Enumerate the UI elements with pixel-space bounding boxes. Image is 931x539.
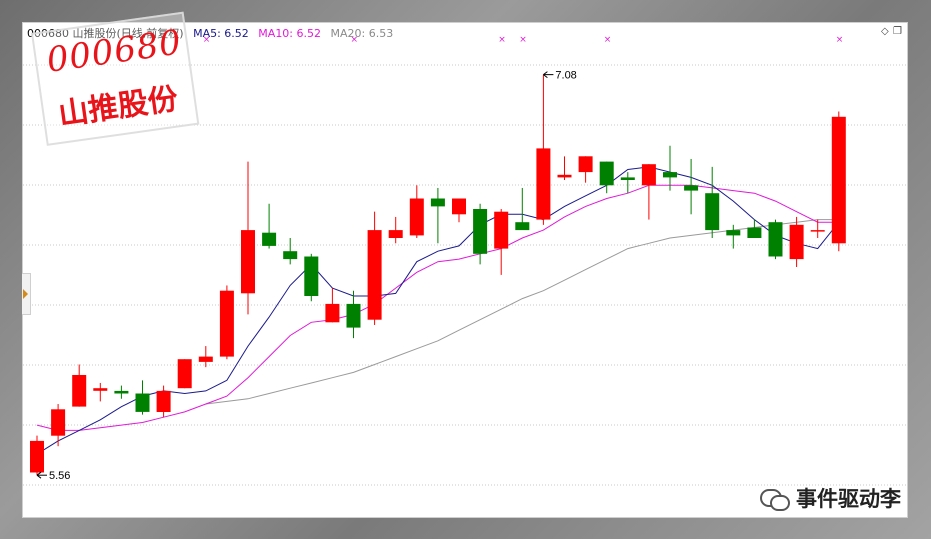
candle-body	[768, 222, 783, 257]
event-marker: ×	[519, 35, 527, 45]
candle-body	[51, 409, 66, 436]
stamp-code: 000680	[44, 22, 185, 81]
candle-body	[430, 198, 445, 207]
candle-body	[599, 161, 614, 186]
candle-body	[114, 390, 129, 394]
diamond-icon[interactable]: ◇	[881, 26, 889, 37]
candle-body	[177, 359, 192, 389]
candle-body	[93, 388, 108, 391]
candle-body	[705, 193, 720, 231]
candle-body	[684, 185, 699, 191]
candle-body	[494, 211, 509, 249]
candle-body	[810, 230, 825, 232]
candle-body	[726, 230, 741, 236]
candle-body	[747, 227, 762, 238]
candle-body	[578, 156, 593, 173]
restore-window-icon[interactable]: ❐	[893, 26, 902, 37]
candle-body	[346, 303, 361, 328]
candle-body	[557, 174, 572, 178]
candle-body	[219, 290, 234, 357]
candle-body	[452, 198, 466, 215]
wechat-icon	[760, 487, 790, 511]
ma10-value: MA10: 6.52	[258, 27, 322, 40]
candle-body	[388, 230, 403, 238]
price-low-label: 5.56	[49, 470, 70, 482]
watermark-text: 事件驱动李	[796, 487, 901, 511]
triangle-right-icon	[23, 289, 28, 299]
ma20-value: MA20: 6.53	[330, 27, 394, 40]
candle-body	[620, 177, 635, 180]
candle-body	[135, 393, 150, 412]
candle-body	[641, 164, 656, 186]
candle-body	[304, 256, 319, 296]
event-marker: ×	[836, 35, 844, 45]
candle-body	[515, 222, 530, 231]
event-marker: ×	[498, 35, 506, 45]
candle-body	[72, 375, 87, 407]
candle-body	[283, 251, 298, 260]
candle-body	[831, 116, 846, 244]
price-high-label: 7.08	[555, 70, 576, 82]
candle-body	[367, 230, 382, 320]
side-collapse-handle[interactable]	[22, 273, 31, 315]
candle-body	[198, 356, 213, 362]
stock-stamp: 000680 山推股份	[31, 11, 200, 146]
candle-body	[473, 209, 488, 254]
candle-body	[241, 230, 255, 294]
candle-body	[536, 148, 551, 220]
candle-body	[789, 224, 804, 260]
ma5-value: MA5: 6.52	[193, 27, 249, 40]
candle-body	[156, 390, 171, 412]
candle-body	[409, 198, 424, 236]
chart-panel: 7.08 5.56 × × × × × × 000680 山推股份(日线,前复权) MA5: …	[22, 11, 908, 518]
candle-body	[262, 232, 277, 246]
candle-body	[325, 303, 340, 323]
event-marker: ×	[604, 35, 612, 45]
ma20-line	[205, 219, 839, 405]
stamp-name: 山推股份	[56, 81, 181, 133]
candle-body	[663, 172, 677, 178]
candle-body	[30, 440, 44, 473]
watermark: 事件驱动李	[760, 483, 901, 513]
